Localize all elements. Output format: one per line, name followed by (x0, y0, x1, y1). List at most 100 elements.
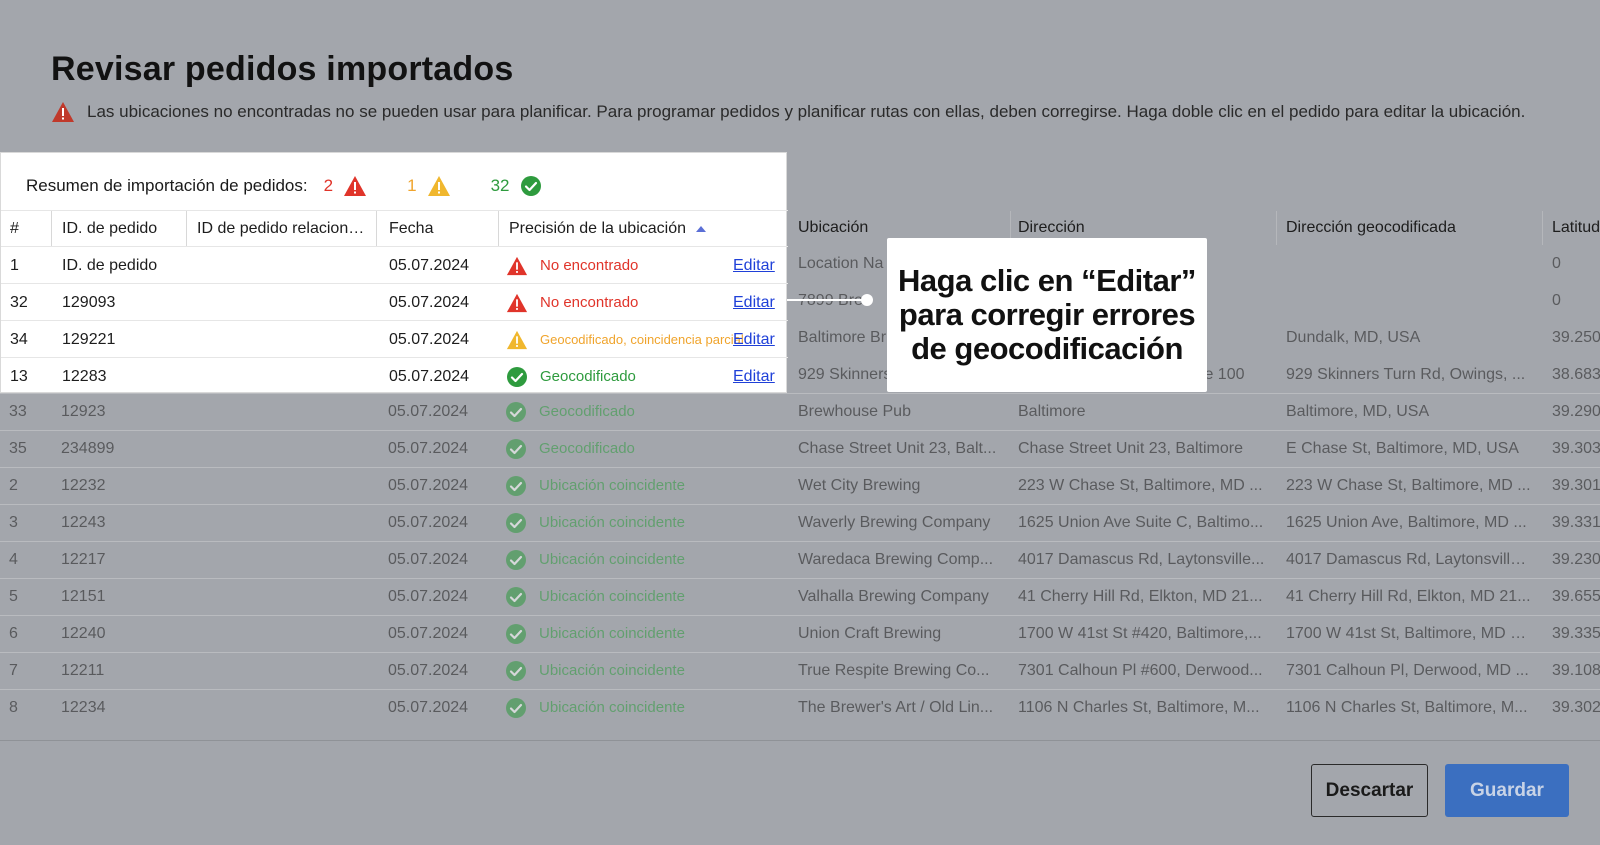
table-row[interactable]: 35 234899 05.07.2024 Geocodificado Chase Str… (0, 430, 1600, 467)
row-number: 5 (9, 588, 18, 605)
summary-error-count: 2 (323, 176, 334, 195)
order-date: 05.07.2024 (388, 699, 469, 716)
latitude: 38.683 (1552, 366, 1600, 383)
col-header-precision[interactable]: Precisión de la ubicación (509, 211, 769, 247)
order-date: 05.07.2024 (388, 625, 469, 642)
discard-button[interactable]: Descartar (1311, 764, 1428, 817)
summary-ok-count: 32 (490, 176, 510, 195)
order-id: 234899 (61, 440, 115, 457)
order-id: 12240 (61, 625, 106, 642)
table-row-overflow: Baltimore Br Dundalk, MD, USA 39.250 (0, 319, 1600, 356)
order-date: 05.07.2024 (388, 662, 469, 679)
location-name: Union Craft Brewing (798, 625, 942, 642)
order-date: 05.07.2024 (388, 477, 469, 494)
latitude: 39.335 (1552, 625, 1600, 642)
table-row[interactable]: 8 12234 05.07.2024 Ubicación coincidente The… (0, 689, 1600, 726)
precision-status: Ubicación coincidente (539, 699, 685, 716)
geocoded-address: Baltimore, MD, USA (1286, 403, 1430, 420)
notice-text: Las ubicaciones no encontradas no se pue… (87, 102, 1526, 121)
col-header-related-id[interactable]: ID de pedido relacionado (197, 211, 367, 247)
location-precision: Ubicación coincidente (505, 504, 775, 541)
callout-dot (861, 294, 873, 306)
col-header-latitude[interactable]: Latitud (1552, 211, 1600, 245)
save-button[interactable]: Guardar (1445, 764, 1569, 817)
callout-box: Haga clic en “Editar” para corregir erro… (887, 238, 1207, 392)
table-row[interactable]: 2 12232 05.07.2024 Ubicación coincidente Wet… (0, 467, 1600, 504)
geocoded-address: 41 Cherry Hill Rd, Elkton, MD 21... (1286, 588, 1531, 605)
summary-warning-count: 1 (407, 176, 417, 195)
location-name: Waredaca Brewing Comp... (798, 551, 994, 568)
col-header-precision-label: Precisión de la ubicación (509, 220, 686, 237)
location-name: Valhalla Brewing Company (798, 588, 989, 605)
table-row-overflow: Location Na 0 (0, 245, 1600, 282)
address: 1625 Union Ave Suite C, Baltimo... (1018, 514, 1264, 531)
table-row[interactable]: 4 12217 05.07.2024 Ubicación coincidente War… (0, 541, 1600, 578)
address: te 100 (1200, 366, 1245, 383)
table-row[interactable]: 5 12151 05.07.2024 Ubicación coincidente Val… (0, 578, 1600, 615)
precision-status: Ubicación coincidente (539, 551, 685, 568)
error-icon (344, 176, 367, 196)
check-circle-icon (506, 401, 526, 422)
warning-icon (427, 176, 450, 196)
order-id: 12232 (61, 477, 106, 494)
table-row-overflow: 929 Skinners te 100 929 Skinners Turn Rd, … (0, 356, 1600, 393)
table-row[interactable]: 6 12240 05.07.2024 Ubicación coincidente Uni… (0, 615, 1600, 652)
location-precision: Ubicación coincidente (505, 689, 775, 726)
page-title: Revisar pedidos importados (51, 50, 514, 88)
address: Baltimore (1018, 403, 1086, 420)
notice-banner: Las ubicaciones no encontradas no se pue… (51, 101, 1525, 123)
panel-table-header: # ID. de pedido ID de pedido relacionado… (1, 210, 788, 247)
check-circle-icon (506, 623, 526, 644)
location-precision: Geocodificado (505, 393, 775, 430)
footer-bar: Descartar Guardar (0, 740, 1600, 845)
location-precision: Ubicación coincidente (505, 467, 775, 504)
col-header-number[interactable]: # (10, 211, 50, 247)
geocoded-address: 1106 N Charles St, Baltimore, M... (1286, 699, 1528, 716)
col-header-order-id[interactable]: ID. de pedido (62, 211, 182, 247)
summary-label: Resumen de importación de pedidos: (26, 176, 308, 195)
latitude: 39.230 (1552, 551, 1600, 568)
location-precision: Ubicación coincidente (505, 541, 775, 578)
address: 4017 Damascus Rd, Laytonsville... (1018, 551, 1265, 568)
address: 41 Cherry Hill Rd, Elkton, MD 21... (1018, 588, 1263, 605)
geocoded-address: 1625 Union Ave, Baltimore, MD ... (1286, 514, 1527, 531)
check-circle-icon (521, 176, 542, 196)
order-id: 12923 (61, 403, 106, 420)
warning-icon (52, 102, 74, 122)
geocoded-address: E Chase St, Baltimore, MD, USA (1286, 440, 1519, 457)
check-circle-icon (506, 660, 526, 681)
table-row[interactable]: 33 12923 05.07.2024 Geocodificado Brewhouse … (0, 393, 1600, 430)
geocoded-address: Dundalk, MD, USA (1286, 329, 1421, 346)
location-name: The Brewer's Art / Old Lin... (798, 699, 994, 716)
location-precision: Ubicación coincidente (505, 615, 775, 652)
location-precision: Geocodificado (505, 430, 775, 467)
latitude: 0 (1552, 292, 1561, 309)
address: 7301 Calhoun Pl #600, Derwood... (1018, 662, 1263, 679)
order-id: 12234 (61, 699, 106, 716)
import-review-page: Revisar pedidos importados Las ubicacion… (0, 0, 1600, 845)
table-row[interactable]: 3 12243 05.07.2024 Ubicación coincidente Wav… (0, 504, 1600, 541)
geocoded-address: 223 W Chase St, Baltimore, MD ... (1286, 477, 1531, 494)
check-circle-icon (506, 475, 526, 496)
check-circle-icon (506, 586, 526, 607)
geocoded-address: 929 Skinners Turn Rd, Owings, ... (1286, 366, 1526, 383)
order-date: 05.07.2024 (388, 588, 469, 605)
row-number: 3 (9, 514, 18, 531)
location-name: Wet City Brewing (798, 477, 921, 494)
col-header-date[interactable]: Fecha (389, 211, 499, 247)
address: 223 W Chase St, Baltimore, MD ... (1018, 477, 1263, 494)
location-name: Waverly Brewing Company (798, 514, 991, 531)
location-name: Chase Street Unit 23, Balt... (798, 440, 997, 457)
location-name: True Respite Brewing Co... (798, 662, 990, 679)
location-precision: Ubicación coincidente (505, 652, 775, 689)
table-row[interactable]: 7 12211 05.07.2024 Ubicación coincidente Tru… (0, 652, 1600, 689)
row-number: 8 (9, 699, 18, 716)
row-number: 2 (9, 477, 18, 494)
check-circle-icon (506, 549, 526, 570)
location-precision: Ubicación coincidente (505, 578, 775, 615)
geocoded-address: 4017 Damascus Rd, Laytonsville... (1286, 551, 1531, 568)
order-id: 12211 (61, 662, 105, 679)
precision-status: Geocodificado (539, 440, 635, 457)
location-name: Brewhouse Pub (798, 403, 911, 420)
col-header-geo-address[interactable]: Dirección geocodificada (1286, 211, 1531, 245)
